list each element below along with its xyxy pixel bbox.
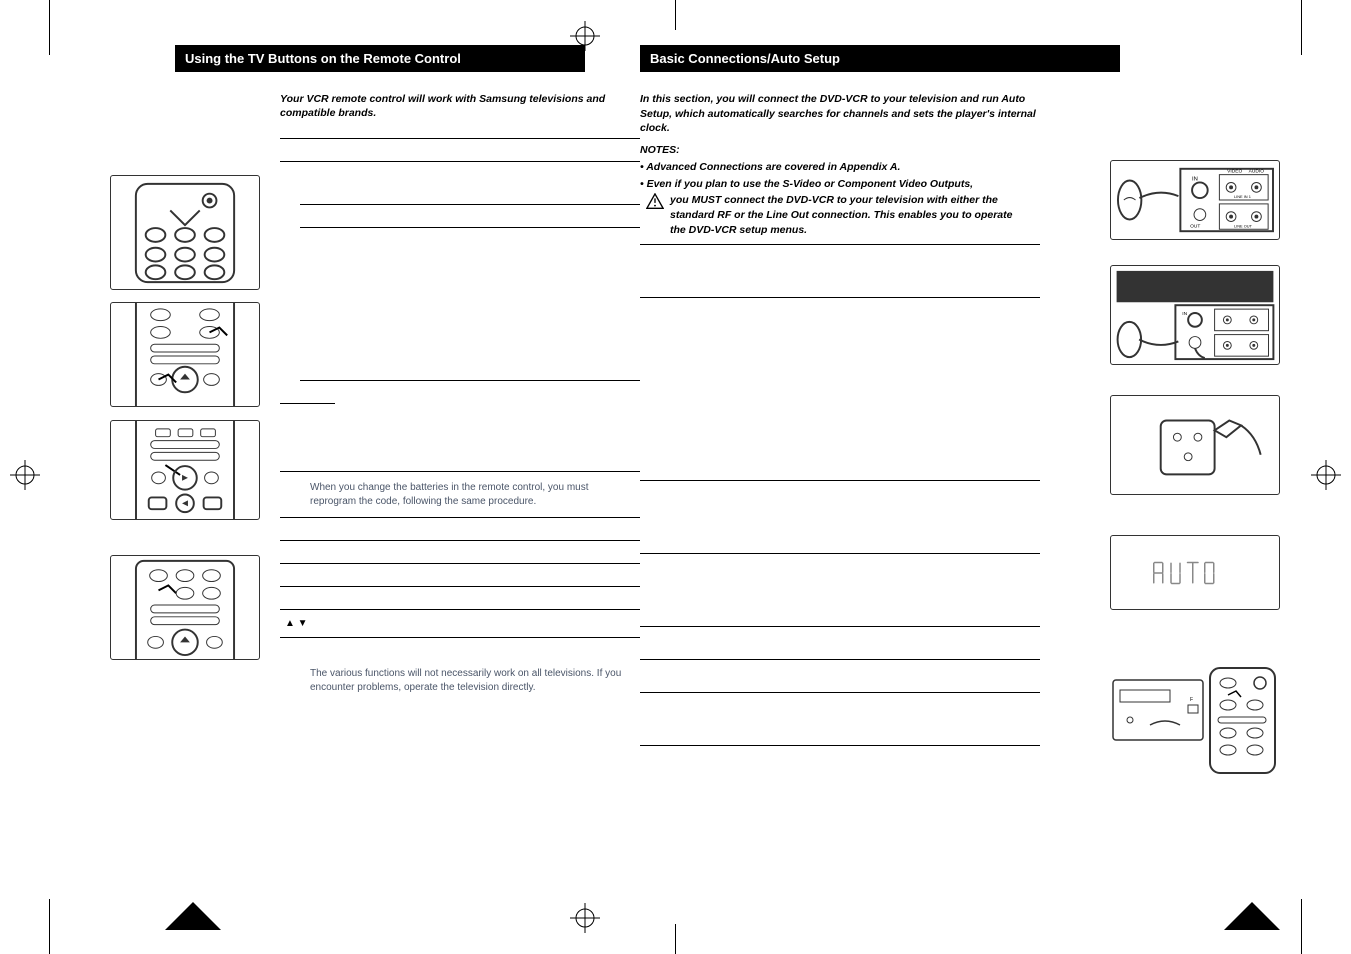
- right-page: Basic Connections/Auto Setup In this sec…: [680, 45, 1240, 905]
- svg-text:OUT: OUT: [1190, 223, 1200, 229]
- vcr-remote-diagram: F: [1110, 665, 1280, 775]
- page-corner-icon: [165, 902, 221, 930]
- rule: [300, 380, 640, 381]
- registration-mark-icon: [1311, 460, 1341, 490]
- intro-text: In this section, you will connect the DV…: [640, 92, 1040, 136]
- svg-text:AUDIO: AUDIO: [1249, 169, 1265, 175]
- remote-diagram-3: [110, 420, 260, 520]
- rule: [280, 540, 640, 541]
- rule: [640, 553, 1040, 554]
- crop-mark: [49, 899, 50, 954]
- intro-text: Your VCR remote control will work with S…: [280, 92, 640, 120]
- note-item: • Even if you plan to use the S-Video or…: [640, 177, 1040, 192]
- rule: [280, 609, 640, 610]
- rule: [280, 161, 640, 162]
- crop-mark: [1301, 899, 1302, 954]
- rule: [280, 138, 640, 139]
- left-page: Using the TV Buttons on the Remote Contr…: [100, 45, 660, 905]
- remote-diagram-4: [110, 555, 260, 660]
- page-title: Basic Connections/Auto Setup: [640, 45, 1120, 72]
- svg-text:IN: IN: [1192, 177, 1198, 183]
- connection-diagram-1: IN OUT VIDEO AUDIO LINE IN 1 LINE OUT: [1110, 160, 1280, 240]
- rule: [280, 517, 640, 518]
- notes-label: NOTES:: [640, 144, 1240, 156]
- rule: [640, 692, 1040, 693]
- page-title: Using the TV Buttons on the Remote Contr…: [175, 45, 585, 72]
- power-plug-diagram: [1110, 395, 1280, 495]
- rule: [640, 659, 1040, 660]
- remote-diagram-1: [110, 175, 260, 290]
- rule: [280, 403, 335, 404]
- crop-mark: [675, 924, 676, 954]
- rule: [640, 297, 1040, 298]
- registration-mark-icon: [570, 903, 600, 933]
- rule: [280, 637, 640, 638]
- remote-diagram-2: [110, 302, 260, 407]
- svg-text:VIDEO: VIDEO: [1227, 169, 1242, 175]
- rule: [640, 745, 1040, 746]
- rule: [640, 480, 1040, 481]
- svg-text:LINE IN 1: LINE IN 1: [1234, 194, 1251, 199]
- svg-text:LINE OUT: LINE OUT: [1234, 223, 1253, 228]
- warning-icon: [646, 193, 664, 209]
- arrow-indicators: ▲ ▼: [285, 616, 660, 631]
- display-panel: [1110, 535, 1280, 610]
- rule: [640, 244, 1040, 245]
- svg-text:F: F: [1190, 697, 1193, 703]
- functions-note: The various functions will not necessari…: [310, 664, 630, 697]
- connection-diagram-2: IN: [1110, 265, 1280, 365]
- battery-note: When you change the batteries in the rem…: [310, 478, 630, 511]
- svg-text:IN: IN: [1182, 311, 1187, 317]
- crop-mark: [675, 0, 676, 30]
- rule: [280, 563, 640, 564]
- note-sub: you MUST connect the DVD-VCR to your tel…: [670, 193, 1020, 237]
- page-corner-icon: [1224, 902, 1280, 930]
- rule: [640, 626, 1040, 627]
- rule: [280, 586, 640, 587]
- crop-mark: [49, 0, 50, 55]
- rule: [300, 204, 640, 205]
- registration-mark-icon: [10, 460, 40, 490]
- rule: [300, 227, 640, 228]
- note-item: • Advanced Connections are covered in Ap…: [640, 160, 1040, 175]
- crop-mark: [1301, 0, 1302, 55]
- rule: [280, 471, 640, 472]
